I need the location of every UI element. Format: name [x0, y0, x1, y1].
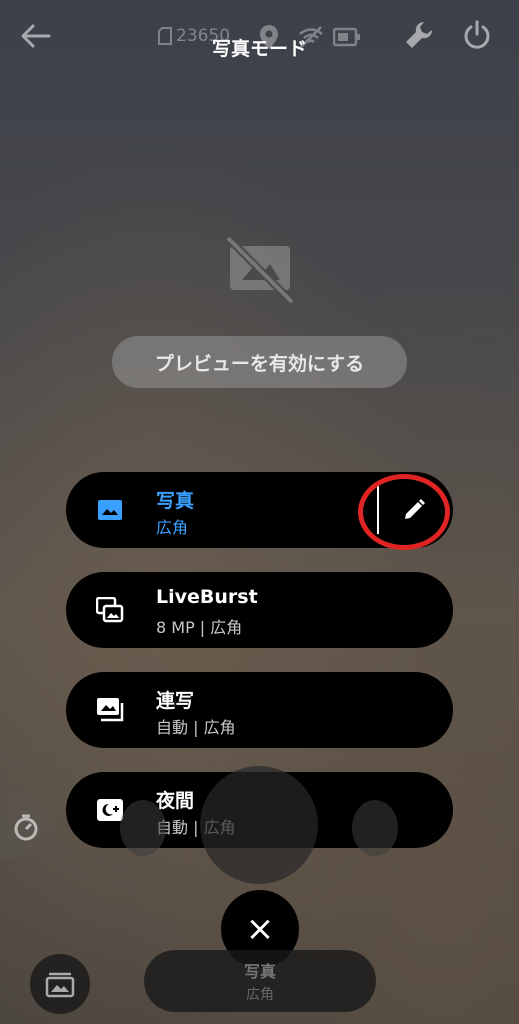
gallery-button[interactable]: [30, 954, 90, 1014]
mode-name: LiveBurst: [156, 586, 258, 608]
preview-off-icon: [225, 235, 295, 305]
timer-icon: [14, 814, 38, 841]
shutter-button: [200, 766, 318, 884]
current-mode-title: 写真: [243, 962, 276, 981]
photo-icon: [96, 496, 124, 524]
mode-name: 連写: [156, 690, 195, 712]
current-mode-subtitle: 広角: [246, 987, 274, 1003]
page-title: 写真モード: [211, 38, 307, 60]
annotation-highlight-circle: [358, 474, 450, 550]
right-control: [352, 800, 398, 856]
mode-name: 写真: [156, 490, 195, 512]
mode-item-liveburst[interactable]: LiveBurst 8 MP | 広角: [66, 572, 453, 648]
gallery-icon: [45, 972, 75, 998]
mode-item-burst[interactable]: 連写 自動 | 広角: [66, 672, 453, 748]
burst-icon: [96, 696, 124, 724]
enable-preview-button[interactable]: プレビューを有効にする: [112, 336, 407, 388]
power-icon: [464, 20, 490, 49]
mode-name: 夜間: [156, 790, 195, 812]
liveburst-icon: [96, 596, 124, 624]
settings-button[interactable]: [404, 20, 434, 50]
wrench-icon: [406, 21, 433, 48]
power-button[interactable]: [462, 20, 492, 50]
mode-detail: 広角: [156, 518, 189, 537]
mode-detail: 自動 | 広角: [156, 718, 236, 737]
mode-detail: 8 MP | 広角: [156, 618, 243, 637]
current-mode-pill[interactable]: 写真 広角: [144, 950, 376, 1012]
close-icon: ×: [245, 909, 275, 949]
top-bar: 23650 写真モード: [0, 0, 519, 70]
timer-button[interactable]: [0, 798, 52, 858]
left-control: [120, 800, 166, 856]
